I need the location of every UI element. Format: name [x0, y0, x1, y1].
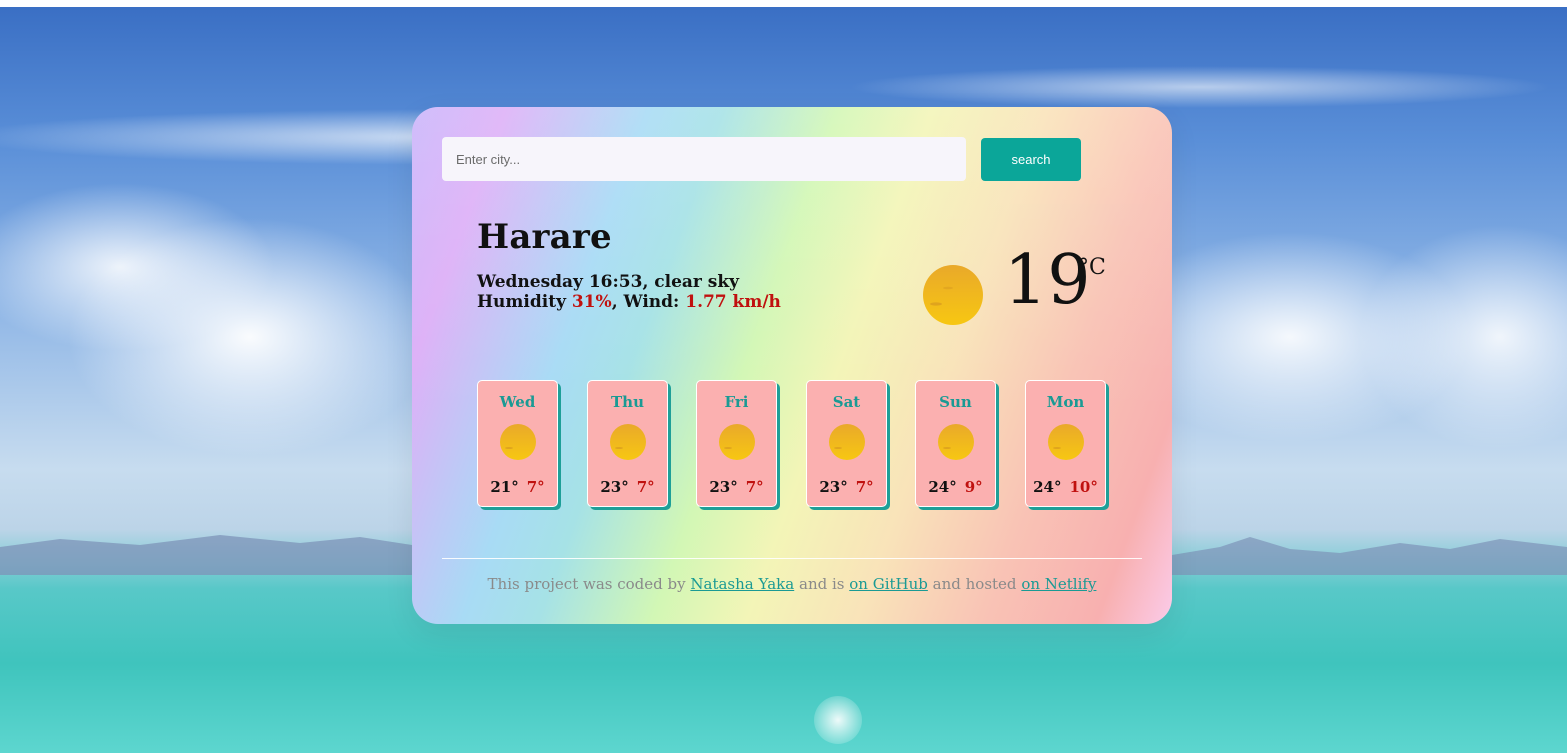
day-time-description: Wednesday 16:53, clear sky: [477, 272, 740, 292]
forecast-day-name: Fri: [724, 393, 749, 411]
humidity-label: Humidity: [477, 292, 566, 312]
forecast-day-name: Thu: [611, 393, 644, 411]
forecast-temps: 24° 9°: [916, 478, 995, 496]
author-link[interactable]: Natasha Yaka: [690, 575, 794, 593]
sun-icon: [923, 265, 983, 325]
forecast-temps: 23° 7°: [588, 478, 667, 496]
forecast-max-temp: 24°: [928, 478, 957, 496]
forecast-temps: 24° 10°: [1026, 478, 1105, 496]
sun-icon: [938, 424, 974, 460]
forecast-day-card: Sat 23° 7°: [806, 380, 887, 507]
forecast-temps: 21° 7°: [478, 478, 557, 496]
weather-details: Wednesday 16:53, clear sky Humidity 31%,…: [477, 272, 781, 312]
forecast-day-card: Wed 21° 7°: [477, 380, 558, 507]
netlify-link[interactable]: on Netlify: [1021, 575, 1096, 593]
forecast-day-card: Fri 23° 7°: [696, 380, 777, 507]
footer-text: and is: [799, 575, 845, 593]
humidity-wind-line: Humidity 31%, Wind: 1.77 km/h: [477, 292, 781, 312]
wind-value: 1.77 km/h: [685, 292, 781, 312]
humidity-value: 31%: [571, 292, 612, 312]
forecast-day-card: Thu 23° 7°: [587, 380, 668, 507]
forecast-day-name: Wed: [499, 393, 536, 411]
sun-icon: [610, 424, 646, 460]
forecast-max-temp: 23°: [819, 478, 848, 496]
forecast-max-temp: 23°: [709, 478, 738, 496]
city-name: Harare: [477, 217, 612, 257]
footer-text: and hosted: [932, 575, 1017, 593]
forecast-min-temp: 10°: [1069, 478, 1098, 496]
weather-app-card: search Harare Wednesday 16:53, clear sky…: [412, 107, 1172, 624]
github-link[interactable]: on GitHub: [849, 575, 928, 593]
footer-text: This project was coded by: [487, 575, 686, 593]
forecast-min-temp: 7°: [526, 478, 545, 496]
forecast-min-temp: 7°: [855, 478, 874, 496]
sun-icon: [719, 424, 755, 460]
sun-icon: [500, 424, 536, 460]
forecast-day-name: Sat: [832, 393, 861, 411]
forecast-day-name: Sun: [939, 393, 972, 411]
temperature-unit[interactable]: °C: [1078, 255, 1106, 280]
forecast-max-temp: 23°: [600, 478, 629, 496]
forecast-row: Wed 21° 7° Thu 23° 7° Fri 23° 7° Sat 23° 7° Sun 24° 9°…: [477, 380, 1107, 510]
wind-label: Wind:: [623, 292, 680, 312]
footer: This project was coded by Natasha Yaka a…: [412, 575, 1172, 593]
forecast-temps: 23° 7°: [697, 478, 776, 496]
forecast-min-temp: 9°: [964, 478, 983, 496]
forecast-day-card: Mon 24° 10°: [1025, 380, 1106, 507]
forecast-day-card: Sun 24° 9°: [915, 380, 996, 507]
search-button[interactable]: search: [981, 138, 1081, 181]
forecast-temps: 23° 7°: [807, 478, 886, 496]
forecast-max-temp: 21°: [490, 478, 519, 496]
forecast-min-temp: 7°: [636, 478, 655, 496]
sun-icon: [1048, 424, 1084, 460]
divider: [442, 558, 1142, 559]
sun-reflection: [814, 696, 862, 744]
forecast-max-temp: 24°: [1033, 478, 1062, 496]
search-input[interactable]: [442, 137, 966, 181]
forecast-min-temp: 7°: [745, 478, 764, 496]
sun-icon: [829, 424, 865, 460]
forecast-day-name: Mon: [1046, 393, 1085, 411]
